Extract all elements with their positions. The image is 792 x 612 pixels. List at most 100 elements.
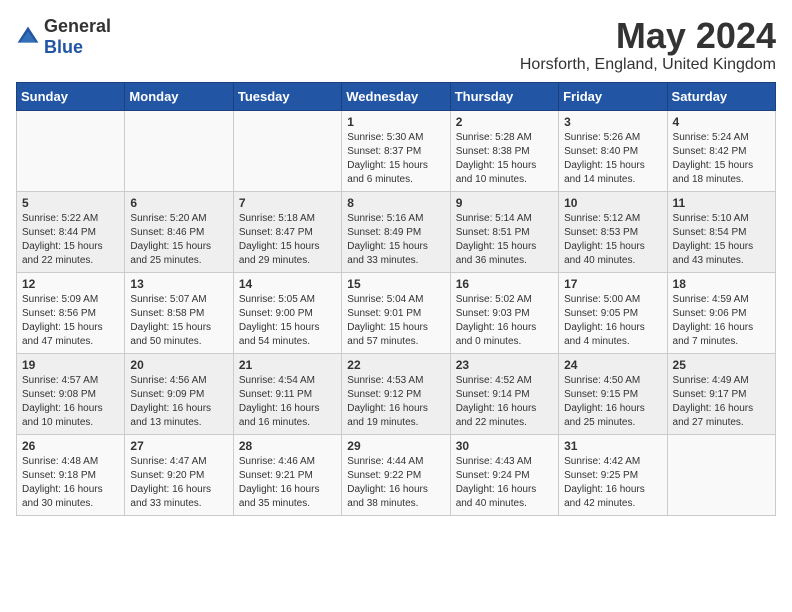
calendar-empty-cell bbox=[667, 434, 775, 515]
logo-blue: Blue bbox=[44, 37, 83, 57]
calendar-day-16: 16Sunrise: 5:02 AM Sunset: 9:03 PM Dayli… bbox=[450, 272, 558, 353]
day-number: 2 bbox=[456, 115, 553, 129]
calendar-day-22: 22 Sunrise: 4:53 AM Sunset: 9:12 PM Dayli… bbox=[342, 353, 450, 434]
calendar-day-25: 25 Sunrise: 4:49 AM Sunset: 9:17 PM Dayli… bbox=[667, 353, 775, 434]
day-info: Sunrise: 4:56 AM Sunset: 9:09 PM Dayligh… bbox=[130, 374, 227, 430]
calendar-day-8: 8Sunrise: 5:16 AM Sunset: 8:49 PM Daylig… bbox=[342, 191, 450, 272]
day-number: 26 bbox=[22, 439, 119, 453]
day-info: Sunrise: 5:10 AM Sunset: 8:54 PM Dayligh… bbox=[673, 212, 770, 268]
day-number: 13 bbox=[130, 277, 227, 291]
weekday-header-sunday: Sunday bbox=[17, 82, 125, 110]
calendar-week-row: 19Sunrise: 4:57 AM Sunset: 9:08 PM Dayli… bbox=[17, 353, 776, 434]
calendar-empty-cell bbox=[233, 110, 341, 191]
day-info: Sunrise: 4:53 AM Sunset: 9:12 PM Dayligh… bbox=[347, 374, 444, 430]
calendar-day-12: 12 Sunrise: 5:09 AM Sunset: 8:56 PM Dayli… bbox=[17, 272, 125, 353]
day-number: 31 bbox=[564, 439, 661, 453]
day-info: Sunrise: 4:59 AM Sunset: 9:06 PM Dayligh… bbox=[673, 293, 770, 349]
day-number: 30 bbox=[456, 439, 553, 453]
calendar-day-2: 2 Sunrise: 5:28 AM Sunset: 8:38 PM Daylig… bbox=[450, 110, 558, 191]
day-info: Sunrise: 5:24 AM Sunset: 8:42 PM Dayligh… bbox=[673, 131, 770, 187]
calendar-day-5: 5 Sunrise: 5:22 AM Sunset: 8:44 PM Daylig… bbox=[17, 191, 125, 272]
logo-general: General bbox=[44, 16, 111, 36]
day-info: Sunrise: 5:30 AM Sunset: 8:37 PM Dayligh… bbox=[347, 131, 444, 187]
day-number: 3 bbox=[564, 115, 661, 129]
calendar-day-13: 13 Sunrise: 5:07 AM Sunset: 8:58 PM Dayli… bbox=[125, 272, 233, 353]
calendar-table: SundayMondayTuesdayWednesdayThursdayFrid… bbox=[16, 82, 776, 516]
day-number: 23 bbox=[456, 358, 553, 372]
calendar-day-9: 9 Sunrise: 5:14 AM Sunset: 8:51 PM Daylig… bbox=[450, 191, 558, 272]
calendar-day-14: 14 Sunrise: 5:05 AM Sunset: 9:00 PM Dayli… bbox=[233, 272, 341, 353]
weekday-header-row: SundayMondayTuesdayWednesdayThursdayFrid… bbox=[17, 82, 776, 110]
day-number: 10 bbox=[564, 196, 661, 210]
weekday-header-saturday: Saturday bbox=[667, 82, 775, 110]
calendar-day-11: 11 Sunrise: 5:10 AM Sunset: 8:54 PM Dayli… bbox=[667, 191, 775, 272]
day-number: 5 bbox=[22, 196, 119, 210]
calendar-day-23: 23 Sunrise: 4:52 AM Sunset: 9:14 PM Dayli… bbox=[450, 353, 558, 434]
calendar-week-row: 26 Sunrise: 4:48 AM Sunset: 9:18 PM Dayli… bbox=[17, 434, 776, 515]
day-info: Sunrise: 5:18 AM Sunset: 8:47 PM Dayligh… bbox=[239, 212, 336, 268]
weekday-header-monday: Monday bbox=[125, 82, 233, 110]
weekday-header-wednesday: Wednesday bbox=[342, 82, 450, 110]
day-info: Sunrise: 5:12 AM Sunset: 8:53 PM Dayligh… bbox=[564, 212, 661, 268]
calendar-day-18: 18 Sunrise: 4:59 AM Sunset: 9:06 PM Dayli… bbox=[667, 272, 775, 353]
calendar-day-1: 1 Sunrise: 5:30 AM Sunset: 8:37 PM Daylig… bbox=[342, 110, 450, 191]
calendar-week-row: 5 Sunrise: 5:22 AM Sunset: 8:44 PM Daylig… bbox=[17, 191, 776, 272]
weekday-header-tuesday: Tuesday bbox=[233, 82, 341, 110]
month-title: May 2024 bbox=[520, 16, 776, 56]
day-info: Sunrise: 5:20 AM Sunset: 8:46 PM Dayligh… bbox=[130, 212, 227, 268]
day-number: 20 bbox=[130, 358, 227, 372]
calendar-day-31: 31 Sunrise: 4:42 AM Sunset: 9:25 PM Dayli… bbox=[559, 434, 667, 515]
calendar-week-row: 12 Sunrise: 5:09 AM Sunset: 8:56 PM Dayli… bbox=[17, 272, 776, 353]
day-number: 1 bbox=[347, 115, 444, 129]
day-number: 17 bbox=[564, 277, 661, 291]
calendar-day-15: 15 Sunrise: 5:04 AM Sunset: 9:01 PM Dayli… bbox=[342, 272, 450, 353]
day-number: 24 bbox=[564, 358, 661, 372]
day-info: Sunrise: 5:09 AM Sunset: 8:56 PM Dayligh… bbox=[22, 293, 119, 349]
day-info: Sunrise: 4:42 AM Sunset: 9:25 PM Dayligh… bbox=[564, 455, 661, 511]
calendar-day-19: 19Sunrise: 4:57 AM Sunset: 9:08 PM Dayli… bbox=[17, 353, 125, 434]
day-info: Sunrise: 5:22 AM Sunset: 8:44 PM Dayligh… bbox=[22, 212, 119, 268]
calendar-week-row: 1 Sunrise: 5:30 AM Sunset: 8:37 PM Daylig… bbox=[17, 110, 776, 191]
day-number: 25 bbox=[673, 358, 770, 372]
weekday-header-thursday: Thursday bbox=[450, 82, 558, 110]
day-number: 4 bbox=[673, 115, 770, 129]
day-info: Sunrise: 5:05 AM Sunset: 9:00 PM Dayligh… bbox=[239, 293, 336, 349]
day-info: Sunrise: 4:52 AM Sunset: 9:14 PM Dayligh… bbox=[456, 374, 553, 430]
day-number: 11 bbox=[673, 196, 770, 210]
calendar-day-30: 30 Sunrise: 4:43 AM Sunset: 9:24 PM Dayli… bbox=[450, 434, 558, 515]
day-info: Sunrise: 5:16 AM Sunset: 8:49 PM Dayligh… bbox=[347, 212, 444, 268]
day-info: Sunrise: 4:47 AM Sunset: 9:20 PM Dayligh… bbox=[130, 455, 227, 511]
day-info: Sunrise: 4:49 AM Sunset: 9:17 PM Dayligh… bbox=[673, 374, 770, 430]
day-number: 9 bbox=[456, 196, 553, 210]
day-number: 22 bbox=[347, 358, 444, 372]
day-number: 28 bbox=[239, 439, 336, 453]
calendar-day-26: 26 Sunrise: 4:48 AM Sunset: 9:18 PM Dayli… bbox=[17, 434, 125, 515]
calendar-day-4: 4 Sunrise: 5:24 AM Sunset: 8:42 PM Daylig… bbox=[667, 110, 775, 191]
day-info: Sunrise: 4:44 AM Sunset: 9:22 PM Dayligh… bbox=[347, 455, 444, 511]
day-number: 18 bbox=[673, 277, 770, 291]
day-info: Sunrise: 4:43 AM Sunset: 9:24 PM Dayligh… bbox=[456, 455, 553, 511]
day-number: 12 bbox=[22, 277, 119, 291]
day-info: Sunrise: 4:50 AM Sunset: 9:15 PM Dayligh… bbox=[564, 374, 661, 430]
logo-text: General Blue bbox=[44, 16, 111, 58]
day-info: Sunrise: 5:04 AM Sunset: 9:01 PM Dayligh… bbox=[347, 293, 444, 349]
day-number: 15 bbox=[347, 277, 444, 291]
day-number: 7 bbox=[239, 196, 336, 210]
day-info: Sunrise: 5:07 AM Sunset: 8:58 PM Dayligh… bbox=[130, 293, 227, 349]
day-number: 14 bbox=[239, 277, 336, 291]
calendar-day-27: 27 Sunrise: 4:47 AM Sunset: 9:20 PM Dayli… bbox=[125, 434, 233, 515]
day-info: Sunrise: 5:14 AM Sunset: 8:51 PM Dayligh… bbox=[456, 212, 553, 268]
logo-icon bbox=[16, 25, 40, 49]
logo: General Blue bbox=[16, 16, 111, 58]
day-number: 6 bbox=[130, 196, 227, 210]
calendar-day-28: 28Sunrise: 4:46 AM Sunset: 9:21 PM Dayli… bbox=[233, 434, 341, 515]
day-number: 27 bbox=[130, 439, 227, 453]
day-info: Sunrise: 4:48 AM Sunset: 9:18 PM Dayligh… bbox=[22, 455, 119, 511]
day-info: Sunrise: 4:54 AM Sunset: 9:11 PM Dayligh… bbox=[239, 374, 336, 430]
day-info: Sunrise: 5:02 AM Sunset: 9:03 PM Dayligh… bbox=[456, 293, 553, 349]
day-info: Sunrise: 5:28 AM Sunset: 8:38 PM Dayligh… bbox=[456, 131, 553, 187]
calendar-day-17: 17Sunrise: 5:00 AM Sunset: 9:05 PM Dayli… bbox=[559, 272, 667, 353]
calendar-empty-cell bbox=[125, 110, 233, 191]
page-header: General Blue May 2024 Horsforth, England… bbox=[16, 16, 776, 74]
calendar-day-3: 3Sunrise: 5:26 AM Sunset: 8:40 PM Daylig… bbox=[559, 110, 667, 191]
